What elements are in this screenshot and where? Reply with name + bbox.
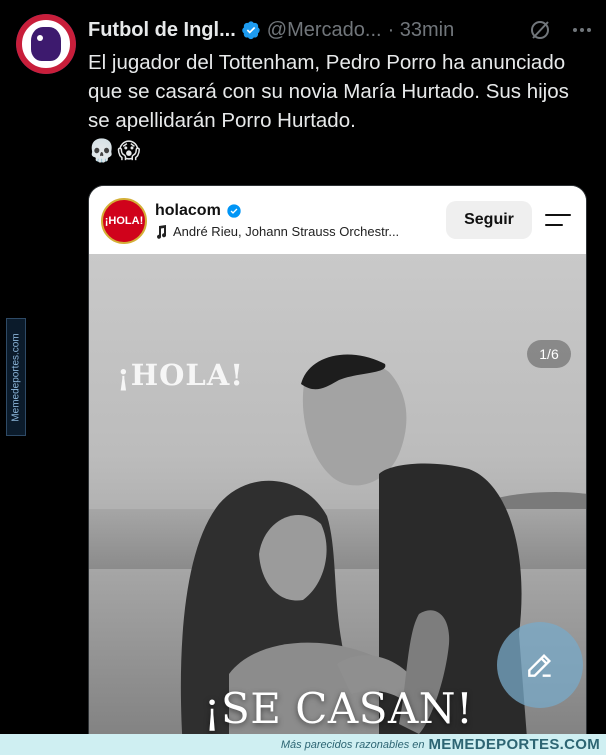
hola-logo-text: ¡HOLA! bbox=[104, 215, 144, 227]
instagram-header: ¡HOLA! holacom André Rieu, Johann Straus… bbox=[89, 186, 586, 254]
tweet-body: El jugador del Tottenham, Pedro Porro ha… bbox=[88, 51, 569, 132]
music-info[interactable]: André Rieu, Johann Strauss Orchestr... bbox=[155, 224, 399, 239]
side-watermark: Memedeportes.com bbox=[6, 318, 26, 436]
author-avatar[interactable] bbox=[16, 14, 76, 74]
footer-banner: Más parecidos razonables en MEMEDEPORTES… bbox=[0, 734, 606, 755]
slide-counter: 1/6 bbox=[527, 340, 571, 368]
side-watermark-text: Memedeportes.com bbox=[10, 332, 22, 422]
tweet-emojis: 💀😱 bbox=[88, 138, 143, 163]
tweet-header: Futbol de Ingl... @Mercado... · 33min bbox=[88, 16, 594, 44]
hola-avatar[interactable]: ¡HOLA! bbox=[101, 198, 147, 244]
tweet-text: El jugador del Tottenham, Pedro Porro ha… bbox=[88, 48, 588, 165]
verified-badge-icon bbox=[227, 204, 241, 218]
music-note-icon bbox=[157, 224, 167, 239]
hamburger-menu-icon[interactable] bbox=[545, 212, 571, 230]
premier-league-logo bbox=[16, 14, 76, 74]
instagram-account[interactable]: holacom bbox=[155, 202, 242, 220]
footer-brand[interactable]: MEMEDEPORTES.COM bbox=[429, 736, 600, 753]
instagram-username[interactable]: holacom bbox=[155, 202, 221, 220]
tweet-time[interactable]: · 33min bbox=[388, 19, 455, 42]
author-name[interactable]: Futbol de Ingl... bbox=[88, 19, 236, 42]
author-handle[interactable]: @Mercado... bbox=[267, 19, 382, 42]
footer-tagline: Más parecidos razonables en bbox=[280, 738, 425, 751]
music-label: André Rieu, Johann Strauss Orchestr... bbox=[173, 224, 400, 239]
verified-badge-icon bbox=[242, 21, 260, 40]
more-icon[interactable] bbox=[570, 18, 594, 42]
compose-icon bbox=[528, 653, 552, 677]
hola-watermark: ¡HOLA! bbox=[117, 358, 245, 392]
grok-icon[interactable] bbox=[528, 18, 552, 42]
follow-button[interactable]: Seguir bbox=[446, 201, 532, 239]
compose-button[interactable] bbox=[497, 622, 583, 708]
